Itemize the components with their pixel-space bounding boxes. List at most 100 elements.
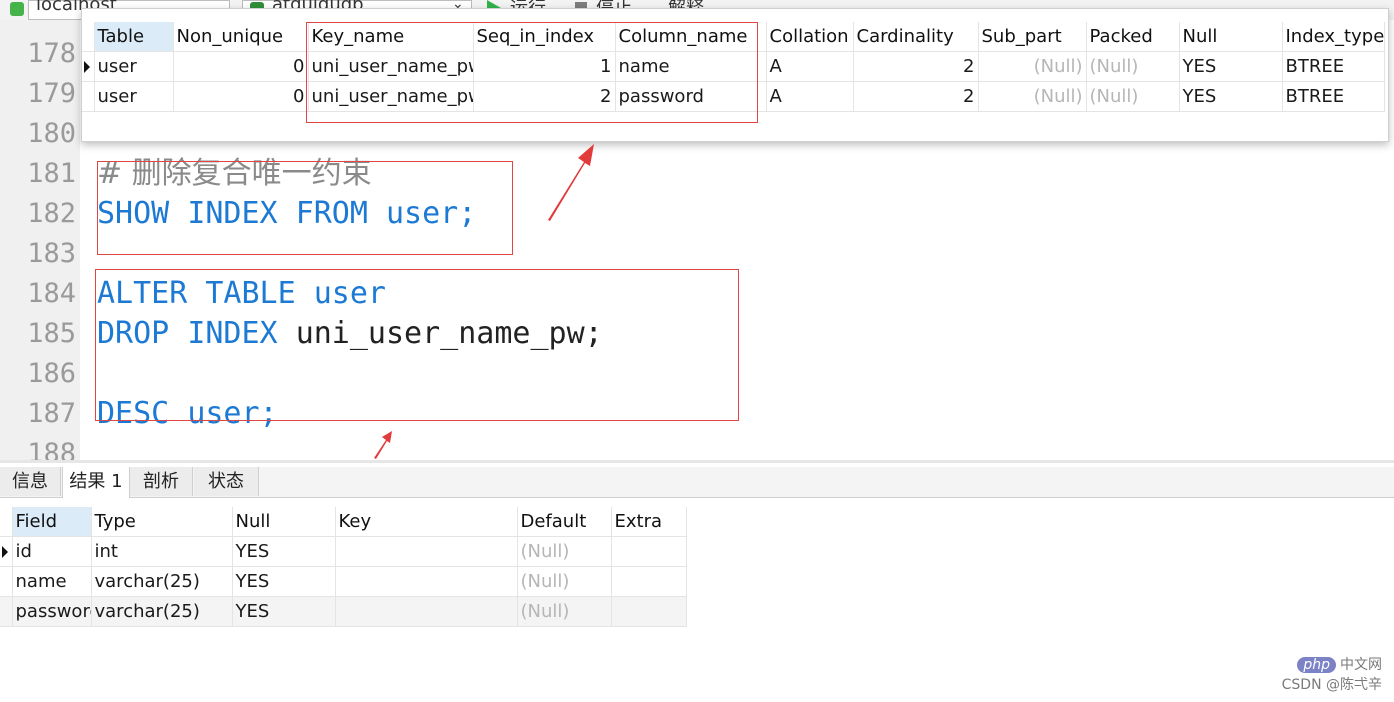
column-header[interactable]: Default (517, 507, 612, 537)
table-cell[interactable]: name (12, 566, 92, 597)
table-cell[interactable]: user (94, 51, 174, 82)
sql-keyword: INDEX (187, 196, 278, 231)
table-cell[interactable]: A (766, 51, 854, 82)
row-marker-header (0, 507, 13, 537)
result-tabbar: 信息 结果 1 剖析 状态 (0, 467, 1394, 498)
column-header[interactable]: Null (1179, 22, 1283, 52)
table-cell[interactable]: BTREE (1282, 51, 1385, 82)
table-cell[interactable]: (Null) (978, 81, 1087, 112)
sql-keyword: DESC (97, 396, 170, 431)
column-header[interactable]: Cardinality (853, 22, 979, 52)
table-cell[interactable]: A (766, 81, 854, 112)
table-cell[interactable]: varchar(25) (91, 596, 233, 627)
table-cell[interactable] (335, 536, 518, 567)
table-cell[interactable]: 0 (173, 81, 309, 112)
table-cell[interactable]: YES (232, 536, 336, 567)
table-cell[interactable]: (Null) (517, 536, 612, 567)
table-cell[interactable]: (Null) (1086, 81, 1180, 112)
table-cell[interactable]: name (615, 51, 767, 82)
table-cell[interactable]: YES (1179, 81, 1283, 112)
line-number: 180 (27, 118, 76, 149)
column-header[interactable]: Sub_part (978, 22, 1087, 52)
line-number: 178 (27, 38, 76, 69)
table-cell[interactable]: 0 (173, 51, 309, 82)
column-header[interactable]: Seq_in_index (473, 22, 616, 52)
tab-info[interactable]: 信息 (0, 467, 61, 496)
sql-index-name: uni_user_name_pw; (295, 316, 603, 351)
table-cell[interactable]: uni_user_name_pw (308, 81, 474, 112)
code-line-alter-table: ALTER TABLE user (97, 274, 386, 314)
sql-identifier: user (313, 276, 386, 311)
table-cell[interactable] (335, 596, 518, 627)
table-cell[interactable]: 2 (473, 81, 616, 112)
table-cell[interactable]: YES (1179, 51, 1283, 82)
table-cell[interactable]: password (12, 596, 92, 627)
column-header[interactable]: Null (232, 507, 336, 537)
table-cell[interactable]: BTREE (1282, 81, 1385, 112)
table-row[interactable]: user 0 uni_user_name_pw 2 password A 2 (… (82, 81, 1385, 112)
watermark-credit: CSDN @陈弌辛 (1281, 677, 1382, 693)
line-number-gutter: 178 179 180 181 182 183 184 185 186 187 … (0, 20, 80, 469)
line-number: 183 (27, 238, 76, 269)
table-cell[interactable]: int (91, 536, 233, 567)
column-header[interactable]: Collation (766, 22, 854, 52)
column-header[interactable]: Table (94, 22, 174, 52)
table-cell[interactable] (611, 536, 687, 567)
table-cell[interactable]: (Null) (517, 566, 612, 597)
sql-keyword: SHOW (97, 196, 170, 231)
sql-identifier: user; (187, 396, 278, 431)
column-header[interactable]: Type (91, 507, 233, 537)
line-number: 184 (27, 278, 76, 309)
column-header[interactable]: Packed (1086, 22, 1180, 52)
line-number: 179 (27, 78, 76, 109)
row-marker (0, 566, 13, 597)
table-cell[interactable]: (Null) (517, 596, 612, 627)
sql-keyword: FROM (295, 196, 368, 231)
table-cell[interactable]: id (12, 536, 92, 567)
table-row[interactable]: user 0 uni_user_name_pw 1 name A 2 (Null… (82, 51, 1385, 82)
table-cell[interactable] (335, 566, 518, 597)
current-row-icon (2, 546, 8, 558)
table-cell[interactable]: YES (232, 566, 336, 597)
table-cell[interactable]: (Null) (978, 51, 1087, 82)
grid-header-row: Table Non_unique Key_name Seq_in_index C… (82, 22, 1385, 52)
column-header[interactable]: Index_type (1282, 22, 1385, 52)
table-cell[interactable]: password (615, 81, 767, 112)
column-header[interactable]: Extra (611, 507, 687, 537)
table-cell[interactable]: varchar(25) (91, 566, 233, 597)
tab-profile[interactable]: 剖析 (130, 467, 193, 496)
table-cell[interactable]: 1 (473, 51, 616, 82)
column-header[interactable]: Key (335, 507, 518, 537)
table-row[interactable]: password varchar(25) YES (Null) (0, 596, 687, 627)
column-header[interactable]: Non_unique (173, 22, 309, 52)
index-result-popup: Table Non_unique Key_name Seq_in_index C… (81, 8, 1389, 142)
tab-status[interactable]: 状态 (194, 467, 259, 496)
table-row[interactable]: id int YES (Null) (0, 536, 687, 567)
desc-result-container: Field Type Null Key Default Extra id int… (0, 507, 687, 627)
code-line-drop-index: DROP INDEX uni_user_name_pw; (97, 314, 603, 354)
row-marker (82, 51, 95, 82)
table-cell[interactable] (611, 596, 687, 627)
table-cell[interactable]: 2 (853, 51, 979, 82)
table-cell[interactable]: YES (232, 596, 336, 627)
table-cell[interactable]: (Null) (1086, 51, 1180, 82)
connection-icon (10, 2, 24, 16)
row-marker (0, 596, 13, 627)
line-number: 181 (27, 158, 76, 189)
sql-keyword: INDEX (187, 316, 278, 351)
desc-result-grid: Field Type Null Key Default Extra id int… (0, 507, 687, 627)
column-header[interactable]: Column_name (615, 22, 767, 52)
sql-keyword: TABLE (205, 276, 296, 311)
watermark: php 中文网 CSDN @陈弌辛 (1282, 654, 1382, 694)
table-cell[interactable]: user (94, 81, 174, 112)
column-header[interactable]: Field (12, 507, 92, 537)
table-row[interactable]: name varchar(25) YES (Null) (0, 566, 687, 597)
table-cell[interactable]: 2 (853, 81, 979, 112)
column-header[interactable]: Key_name (308, 22, 474, 52)
table-cell[interactable] (611, 566, 687, 597)
grid-header-row: Field Type Null Key Default Extra (0, 507, 687, 537)
index-result-grid: Table Non_unique Key_name Seq_in_index C… (82, 22, 1385, 112)
table-cell[interactable]: uni_user_name_pw (308, 51, 474, 82)
row-marker (0, 536, 13, 567)
tab-result-1[interactable]: 结果 1 (62, 467, 130, 498)
